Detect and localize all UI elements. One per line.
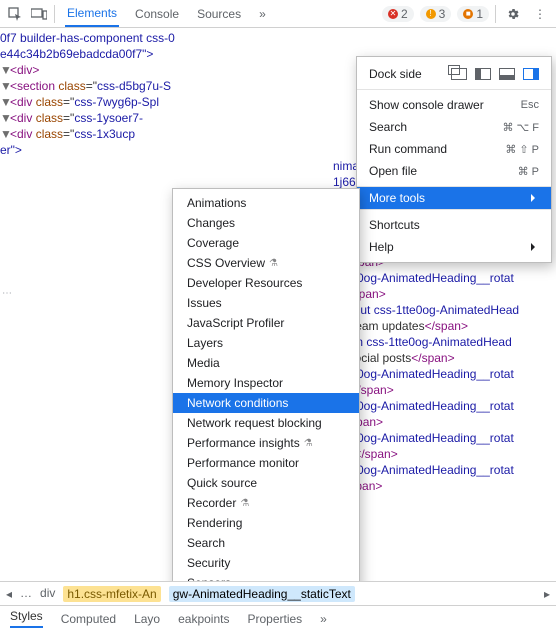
- submenu-item[interactable]: Changes: [173, 213, 359, 233]
- menu-item[interactable]: Open file⌘ P: [357, 160, 551, 182]
- crumb[interactable]: h1.css-mfetix-An: [63, 586, 160, 602]
- menu-shortcuts[interactable]: Shortcuts: [357, 214, 551, 236]
- dock-left-icon[interactable]: [475, 68, 491, 80]
- submenu-item[interactable]: Network conditions: [173, 393, 359, 413]
- submenu-item[interactable]: Performance monitor: [173, 453, 359, 473]
- submenu-item[interactable]: Network request blocking: [173, 413, 359, 433]
- flask-icon: ⚗: [240, 498, 249, 509]
- submenu-item[interactable]: Issues: [173, 293, 359, 313]
- crumb-selected[interactable]: gw-AnimatedHeading__staticText: [169, 586, 355, 602]
- tab-properties[interactable]: Properties: [247, 612, 302, 626]
- submenu-item[interactable]: Coverage: [173, 233, 359, 253]
- breadcrumb-scroll-right-icon[interactable]: ▸: [544, 587, 550, 601]
- tab-overflow-icon[interactable]: »: [257, 1, 268, 26]
- menu-more-tools[interactable]: More tools: [357, 187, 551, 209]
- breadcrumb-bar: ◂ … div h1.css-mfetix-An gw-AnimatedHead…: [0, 581, 556, 605]
- submenu-item[interactable]: Sensors: [173, 573, 359, 581]
- submenu-item[interactable]: JavaScript Profiler: [173, 313, 359, 333]
- dock-right-icon[interactable]: [523, 68, 539, 80]
- more-tools-submenu: AnimationsChangesCoverageCSS Overview⚗De…: [172, 188, 360, 581]
- tab-computed[interactable]: Computed: [61, 612, 116, 626]
- device-toggle-icon[interactable]: [30, 5, 48, 23]
- dock-side-row: Dock side: [357, 61, 551, 85]
- dock-side-label: Dock side: [369, 67, 422, 81]
- chevron-right-icon: [531, 194, 539, 202]
- panel-tabs: Elements Console Sources »: [61, 0, 268, 27]
- submenu-item[interactable]: Memory Inspector: [173, 373, 359, 393]
- tab-overflow-icon[interactable]: »: [320, 612, 327, 626]
- menu-item[interactable]: Search⌘ ⌥ F: [357, 116, 551, 138]
- submenu-item[interactable]: Animations: [173, 193, 359, 213]
- error-badge[interactable]: ✕2: [382, 6, 414, 22]
- breadcrumb-scroll-left-icon[interactable]: ◂: [6, 587, 12, 601]
- menu-item[interactable]: Run command⌘ ⇧ P: [357, 138, 551, 160]
- flask-icon: ⚗: [304, 438, 313, 449]
- chevron-right-icon: [531, 243, 539, 251]
- issues-badge[interactable]: ■1: [457, 6, 489, 22]
- submenu-item[interactable]: Performance insights⚗: [173, 433, 359, 453]
- tab-styles[interactable]: Styles: [10, 609, 43, 628]
- warning-badge[interactable]: !3: [420, 6, 452, 22]
- settings-menu: Dock side Show console drawerEscSearch⌘ …: [356, 56, 552, 263]
- elements-panel: ⋯ 0f7 builder-has-component css-0 e44c34…: [0, 28, 556, 581]
- dock-bottom-icon[interactable]: [499, 68, 515, 80]
- submenu-item[interactable]: Media: [173, 353, 359, 373]
- tab-sources[interactable]: Sources: [195, 1, 243, 26]
- separator: [54, 5, 55, 23]
- menu-help[interactable]: Help: [357, 236, 551, 258]
- submenu-item[interactable]: Rendering: [173, 513, 359, 533]
- submenu-item[interactable]: Layers: [173, 333, 359, 353]
- tab-elements[interactable]: Elements: [65, 0, 119, 27]
- submenu-item[interactable]: Quick source: [173, 473, 359, 493]
- submenu-item[interactable]: Security: [173, 553, 359, 573]
- styles-tabs: Styles Computed Layo eakpoints Propertie…: [0, 605, 556, 629]
- dock-undock-icon[interactable]: [451, 68, 467, 80]
- separator: [495, 5, 496, 23]
- inspect-icon[interactable]: [6, 5, 24, 23]
- kebab-menu-icon[interactable]: ⋮: [530, 7, 550, 21]
- submenu-item[interactable]: Search: [173, 533, 359, 553]
- tab-console[interactable]: Console: [133, 1, 181, 26]
- menu-item[interactable]: Show console drawerEsc: [357, 94, 551, 116]
- submenu-item[interactable]: Recorder⚗: [173, 493, 359, 513]
- submenu-item[interactable]: Developer Resources: [173, 273, 359, 293]
- tab-layout[interactable]: Layo: [134, 612, 160, 626]
- settings-gear-icon[interactable]: [502, 7, 524, 21]
- submenu-item[interactable]: CSS Overview⚗: [173, 253, 359, 273]
- devtools-toolbar: Elements Console Sources » ✕2 !3 ■1 ⋮: [0, 0, 556, 28]
- crumb[interactable]: div: [40, 586, 55, 602]
- crumb[interactable]: …: [20, 586, 32, 602]
- drawer-grip-icon[interactable]: ⋯: [2, 288, 13, 299]
- tab-breakpoints[interactable]: eakpoints: [178, 612, 229, 626]
- flask-icon: ⚗: [269, 258, 278, 269]
